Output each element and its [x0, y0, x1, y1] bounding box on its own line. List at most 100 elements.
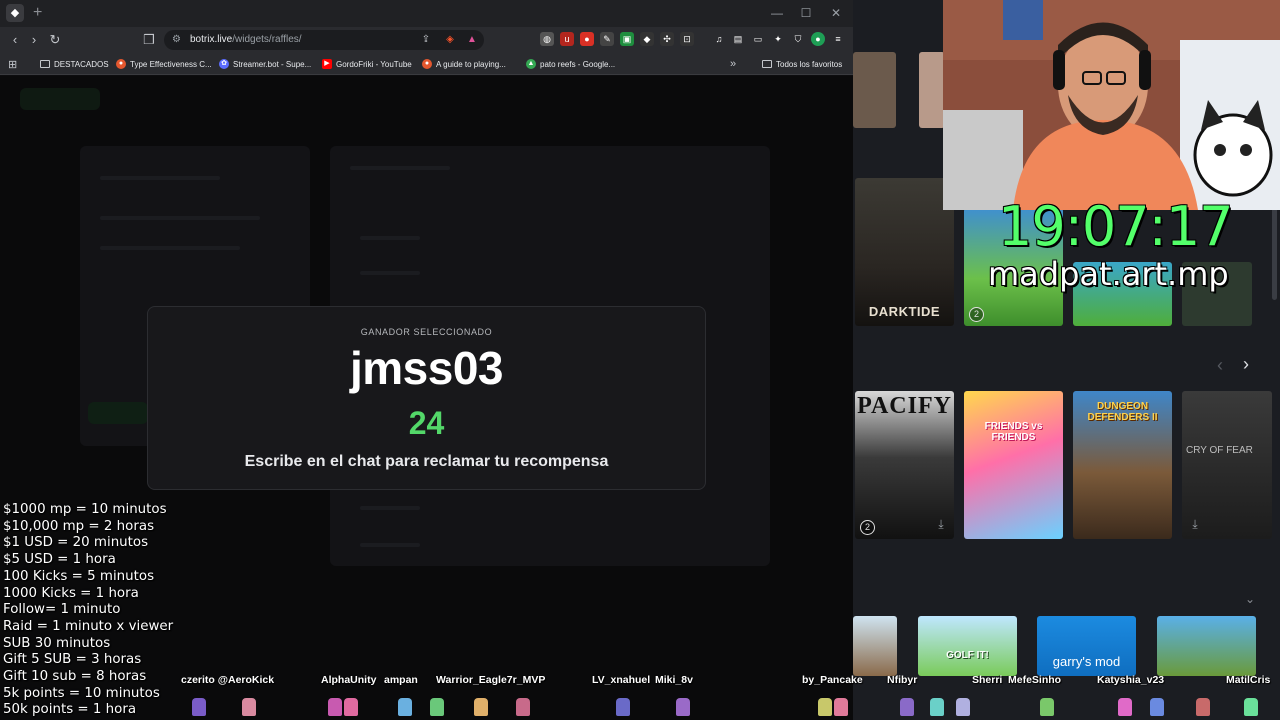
game-tile[interactable] [1157, 616, 1256, 676]
rate-line: $10,000 mp = 2 horas [3, 518, 155, 534]
bookmark-label: Todos los favoritos [776, 59, 843, 69]
collapse-icon[interactable]: ⌄ [1245, 590, 1255, 608]
bookmark-streamerbot[interactable]: ✿ Streamer.bot - Supe... [219, 56, 311, 72]
rate-line: Raid = 1 minuto x viewer [3, 618, 174, 634]
more-bookmarks-icon[interactable]: » [730, 56, 736, 72]
bookmark-type-effectiveness[interactable]: ● Type Effectiveness C... [116, 56, 212, 72]
youtube-icon: ▶ [322, 59, 332, 69]
game-title: CRY OF FEAR [1186, 445, 1253, 456]
game-tile[interactable] [853, 616, 897, 676]
stream-timer: 19:07:17 [998, 195, 1234, 258]
folder-icon [762, 60, 772, 68]
new-tab-button[interactable]: + [33, 3, 42, 23]
download-icon[interactable]: ⤓ [1188, 517, 1202, 531]
folder-icon [40, 60, 50, 68]
pokeball-icon: ● [422, 59, 432, 69]
game-tile-friends-vs-friends[interactable]: FRIENDS vs FRIENDS [964, 391, 1063, 539]
forward-icon[interactable]: › [25, 31, 43, 49]
avatar-sprite [900, 698, 914, 716]
friends-count-badge: 2 [969, 307, 984, 322]
brave-shields-icon[interactable]: ◈ [442, 32, 458, 48]
maximize-icon[interactable]: ☐ [795, 4, 817, 22]
avatar-sprite [242, 698, 256, 716]
chat-username: MatilCris [1226, 674, 1271, 686]
browser-logo-icon[interactable]: ◆ [6, 4, 24, 22]
streamerbot-icon: ✿ [219, 59, 229, 69]
winner-count: 24 [408, 405, 445, 441]
bookmark-pato-reefs[interactable]: ▲ pato reefs - Google... [526, 56, 615, 72]
extension-icon[interactable]: ● [580, 32, 594, 46]
game-tile-darktide[interactable]: DARKTIDE [855, 178, 954, 326]
shelf-prev-icon[interactable]: ‹ [1217, 356, 1223, 374]
title-bar: ◆ + — ☐ ✕ [0, 0, 853, 27]
game-tile-garrys-mod[interactable]: garry's mod [1037, 616, 1136, 676]
webcam-feed [943, 0, 1280, 210]
game-title: GOLF IT! [946, 650, 989, 661]
game-tile[interactable] [853, 52, 896, 128]
brave-rewards-icon[interactable]: ▲ [464, 32, 480, 48]
bookmark-label: Streamer.bot - Supe... [233, 59, 312, 69]
address-bar[interactable]: ⚙ botrix.live/widgets/raffles/ ⇪ ◈ ▲ [164, 30, 484, 50]
puzzle-icon[interactable]: ✣ [660, 32, 674, 46]
back-icon[interactable]: ‹ [6, 31, 24, 49]
leo-icon[interactable]: ✦ [771, 32, 785, 46]
close-icon[interactable]: ✕ [825, 4, 847, 22]
sidebar-icon[interactable]: ▤ [731, 32, 745, 46]
reload-icon[interactable]: ↻ [46, 31, 64, 49]
rate-line: Follow= 1 minuto [3, 602, 121, 618]
share-icon[interactable]: ⇪ [418, 32, 434, 48]
rate-line: $5 USD = 1 hora [3, 552, 116, 568]
bookmark-guide[interactable]: ● A guide to playing... [422, 56, 506, 72]
capture-icon[interactable]: ⊡ [680, 32, 694, 46]
extension-icon[interactable]: ✎ [600, 32, 614, 46]
wallet-icon[interactable]: ▭ [751, 32, 765, 46]
url-text[interactable]: botrix.live/widgets/raffles/ [190, 33, 302, 47]
url-host: botrix.live [190, 34, 233, 45]
game-title: DARKTIDE [868, 304, 941, 319]
avatar-sprite [192, 698, 206, 716]
chat-username: Katyshia_v23 [1097, 674, 1165, 686]
nav-bar: ‹ › ↻ ❒ ⚙ botrix.live/widgets/raffles/ ⇪… [0, 27, 853, 53]
extension-icon[interactable]: ▣ [620, 32, 634, 46]
rate-line: SUB 30 minutos [3, 635, 111, 651]
claim-message: Escribe en el chat para reclamar tu reco… [244, 453, 609, 470]
media-icon[interactable]: ♫ [712, 32, 726, 46]
avatar-sprite [344, 698, 358, 716]
vpn-icon[interactable]: ⛉ [791, 32, 805, 46]
game-tile-cry-of-fear[interactable]: CRY OF FEAR ⤓ [1182, 391, 1272, 539]
bookmark-destacados[interactable]: DESTACADOS [40, 56, 109, 72]
rate-line: 100 Kicks = 5 minutos [3, 568, 155, 584]
avatar-sprite [1150, 698, 1164, 716]
minimize-icon[interactable]: — [766, 4, 788, 22]
chat-username: LV_xnahuel [592, 674, 651, 686]
bookmark-all[interactable]: Todos los favoritos [762, 56, 842, 72]
avatar-sprite [818, 698, 832, 716]
shelf-next-icon[interactable]: › [1243, 355, 1249, 373]
menu-icon[interactable]: ≡ [831, 32, 845, 46]
game-title: garry's mod [1052, 654, 1121, 669]
game-tile-golf-it[interactable]: GOLF IT! [918, 616, 1017, 676]
extension-icon[interactable]: ◆ [640, 32, 654, 46]
game-tile-pacify[interactable]: PACIFY 2 ⤓ [855, 391, 954, 539]
extension-icon[interactable]: ◍ [540, 32, 554, 46]
apps-icon[interactable]: ⊞ [8, 56, 17, 72]
site-info-icon[interactable]: ⚙ [172, 32, 181, 48]
rate-line: Gift 5 SUB = 3 horas [3, 652, 142, 668]
chat-username: czerito @AeroKick [181, 674, 275, 686]
avatar-sprite [676, 698, 690, 716]
game-tile-dungeon-defenders-2[interactable]: DUNGEON DEFENDERS II [1073, 391, 1172, 539]
rate-line: 1000 Kicks = 1 hora [3, 585, 139, 601]
avatar-sprite [1040, 698, 1054, 716]
bookmark-icon[interactable]: ❒ [140, 31, 158, 49]
bookmark-gordofriki[interactable]: ▶ GordoFriki - YouTube [322, 56, 412, 72]
avatar-sprite [430, 698, 444, 716]
game-tile[interactable] [919, 52, 945, 128]
google-drive-icon: ▲ [526, 59, 536, 69]
ublock-icon[interactable]: u [560, 32, 574, 46]
profile-icon[interactable]: ● [811, 32, 825, 46]
download-icon[interactable]: ⤓ [934, 517, 948, 531]
bookmark-label: Type Effectiveness C... [130, 59, 212, 69]
avatar-sprite [1118, 698, 1132, 716]
bookmark-label: GordoFriki - YouTube [336, 59, 412, 69]
url-path: /widgets/raffles/ [232, 34, 302, 45]
